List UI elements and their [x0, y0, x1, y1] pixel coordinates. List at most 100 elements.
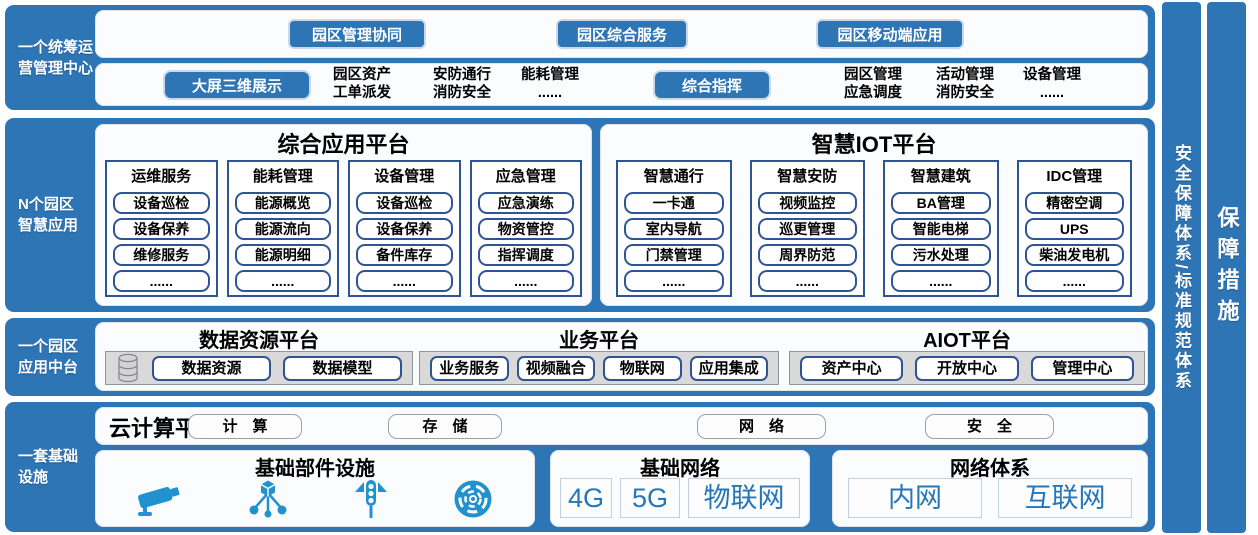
- feature-item: 物资管控: [478, 218, 575, 240]
- section-label-smart-apps: N个园区 智慧应用: [5, 118, 97, 312]
- network-chip-4g: 4G: [560, 478, 612, 518]
- column-header: IDC管理: [1025, 164, 1125, 188]
- feature-item: ......: [1025, 270, 1125, 292]
- text-group: 能耗管理 ......: [495, 66, 605, 102]
- cloud-chip-compute: 计 算: [188, 414, 302, 439]
- column-header: 智慧建筑: [891, 164, 991, 188]
- section-ops-center: 一个统筹运 营管理中心 园区管理协同 园区综合服务 园区移动端应用 大屏三维展示…: [5, 5, 1155, 110]
- box-basic-network: 基础网络 4G 5G 物联网: [550, 450, 810, 527]
- feature-item: 污水处理: [891, 244, 991, 266]
- module-column-equipment: 设备管理 设备巡检 设备保养 备件库存 ......: [348, 160, 461, 297]
- feature-item: ......: [891, 270, 991, 292]
- section-infrastructure: 一套基础 设施 云计算平台 计 算 存 储 网 络 安 全 基础部件设施: [5, 402, 1155, 532]
- module-column-smart-security: 智慧安防 视频监控 巡更管理 周界防范 ......: [750, 160, 866, 297]
- network-chip-internet: 互联网: [998, 478, 1132, 518]
- section-label-middle-platform: 一个园区 应用中台: [5, 318, 97, 396]
- column-header: 能耗管理: [235, 164, 332, 188]
- feature-item: 能源明细: [235, 244, 332, 266]
- feature-item: 设备巡检: [356, 192, 453, 214]
- chip-big-screen-3d: 大屏三维展示: [163, 70, 311, 100]
- module-chip: 管理中心: [1031, 356, 1134, 381]
- middle-platform-card: 数据资源平台 数据资源 数据模型: [95, 322, 1148, 391]
- group-panel: 资产中心 开放中心 管理中心: [789, 351, 1145, 385]
- network-chip-5g: 5G: [620, 478, 680, 518]
- column-header: 智慧安防: [758, 164, 858, 188]
- feature-item: ......: [356, 270, 453, 292]
- feature-item: 周界防范: [758, 244, 858, 266]
- feature-item: 设备巡检: [113, 192, 210, 214]
- group-business-platform: 业务平台 业务服务 视频融合 物联网 应用集成: [419, 324, 779, 387]
- network-system-chips: 内网 互联网: [832, 477, 1148, 518]
- feature-item: ......: [478, 270, 575, 292]
- feature-item: 巡更管理: [758, 218, 858, 240]
- feature-item: 视频监控: [758, 192, 858, 214]
- smart-park-architecture-diagram: 一个统筹运 营管理中心 园区管理协同 园区综合服务 园区移动端应用 大屏三维展示…: [0, 0, 1258, 535]
- module-chip: 物联网: [603, 356, 682, 381]
- feature-item: 精密空调: [1025, 192, 1125, 214]
- module-column-energy: 能耗管理 能源概览 能源流向 能源明细 ......: [227, 160, 340, 297]
- chip-park-mobile-app: 园区移动端应用: [816, 19, 964, 49]
- feature-item: 设备保养: [113, 218, 210, 240]
- feature-item: 柴油发电机: [1025, 244, 1125, 266]
- module-column-emergency: 应急管理 应急演练 物资管控 指挥调度 ......: [470, 160, 583, 297]
- ops-content: 园区管理协同 园区综合服务 园区移动端应用 大屏三维展示 园区资产 工单派发 安…: [95, 5, 1148, 110]
- infrastructure-content: 云计算平台 计 算 存 储 网 络 安 全 基础部件设施: [95, 402, 1148, 532]
- module-chip: 资产中心: [800, 356, 903, 381]
- feature-item: ......: [113, 270, 210, 292]
- feature-item: 门禁管理: [624, 244, 724, 266]
- text-line: 能耗管理: [495, 66, 605, 84]
- chip-integrated-command: 综合指挥: [653, 70, 771, 100]
- cloud-computing-platform: 云计算平台 计 算 存 储 网 络 安 全: [95, 407, 1148, 445]
- network-chip-iot: 物联网: [688, 478, 800, 518]
- feature-item: UPS: [1025, 218, 1125, 240]
- platform-title: 综合应用平台: [95, 124, 592, 156]
- platform-title: 智慧IOT平台: [600, 124, 1148, 156]
- feature-item: 智能电梯: [891, 218, 991, 240]
- section-label-ops-center: 一个统筹运 营管理中心: [5, 5, 97, 110]
- platform-columns: 智慧通行 一卡通 室内导航 门禁管理 ...... 智慧安防 视频监控 巡更管理…: [616, 160, 1132, 297]
- box-network-system: 网络体系 内网 互联网: [832, 450, 1148, 527]
- module-column-idc: IDC管理 精密空调 UPS 柴油发电机 ......: [1017, 160, 1133, 297]
- middle-platform-content: 数据资源平台 数据资源 数据模型: [95, 318, 1148, 396]
- box-basic-components: 基础部件设施: [95, 450, 535, 527]
- siren-icon: [453, 479, 493, 519]
- database-icon: [116, 352, 140, 384]
- group-title: 数据资源平台: [105, 324, 413, 351]
- module-chip: 业务服务: [430, 356, 509, 381]
- section-middle-platform: 一个园区 应用中台 数据资源平台 数据资源: [5, 318, 1155, 396]
- module-column-ops-service: 运维服务 设备巡检 设备保养 维修服务 ......: [105, 160, 218, 297]
- ops-row-bottom: 大屏三维展示 园区资产 工单派发 安防通行 消防安全 能耗管理 ...... 综…: [95, 63, 1148, 106]
- iot-node-icon: [247, 479, 289, 519]
- column-header: 设备管理: [356, 164, 453, 188]
- section-label-infrastructure: 一套基础 设施: [5, 402, 97, 532]
- box-title: 基础网络: [550, 450, 810, 477]
- module-chip: 开放中心: [915, 356, 1018, 381]
- module-column-smart-building: 智慧建筑 BA管理 智能电梯 污水处理 ......: [883, 160, 999, 297]
- platform-smart-iot: 智慧IOT平台 智慧通行 一卡通 室内导航 门禁管理 ...... 智慧安防 视…: [600, 124, 1148, 306]
- feature-item: 备件库存: [356, 244, 453, 266]
- device-icons: [95, 477, 535, 519]
- text-line: 设备管理: [997, 66, 1107, 84]
- text-group: 园区资产 工单派发: [307, 66, 417, 102]
- feature-item: BA管理: [891, 192, 991, 214]
- module-column-smart-access: 智慧通行 一卡通 室内导航 门禁管理 ......: [616, 160, 732, 297]
- feature-item: 应急演练: [478, 192, 575, 214]
- camera-icon: [137, 480, 183, 518]
- platform-comprehensive-apps: 综合应用平台 运维服务 设备巡检 设备保养 维修服务 ...... 能耗管理 能…: [95, 124, 592, 306]
- text-line: 工单派发: [307, 84, 417, 102]
- feature-item: 室内导航: [624, 218, 724, 240]
- chip-park-management-collab: 园区管理协同: [288, 19, 426, 49]
- feature-item: 一卡通: [624, 192, 724, 214]
- text-line: ......: [997, 84, 1107, 102]
- sidebar-security-standard-system: 安全保障体系/标准规范体系: [1162, 2, 1201, 533]
- sidebar-safeguard-measures: 保障措施: [1207, 2, 1246, 533]
- ops-row-top: 园区管理协同 园区综合服务 园区移动端应用: [95, 10, 1148, 58]
- box-title: 网络体系: [832, 450, 1148, 477]
- feature-item: 维修服务: [113, 244, 210, 266]
- cloud-chip-storage: 存 储: [388, 414, 502, 439]
- group-panel: 业务服务 视频融合 物联网 应用集成: [419, 351, 779, 385]
- group-title: AIOT平台: [789, 324, 1145, 351]
- module-chip: 视频融合: [517, 356, 596, 381]
- module-chip: 应用集成: [690, 356, 769, 381]
- cloud-chip-security: 安 全: [925, 414, 1054, 439]
